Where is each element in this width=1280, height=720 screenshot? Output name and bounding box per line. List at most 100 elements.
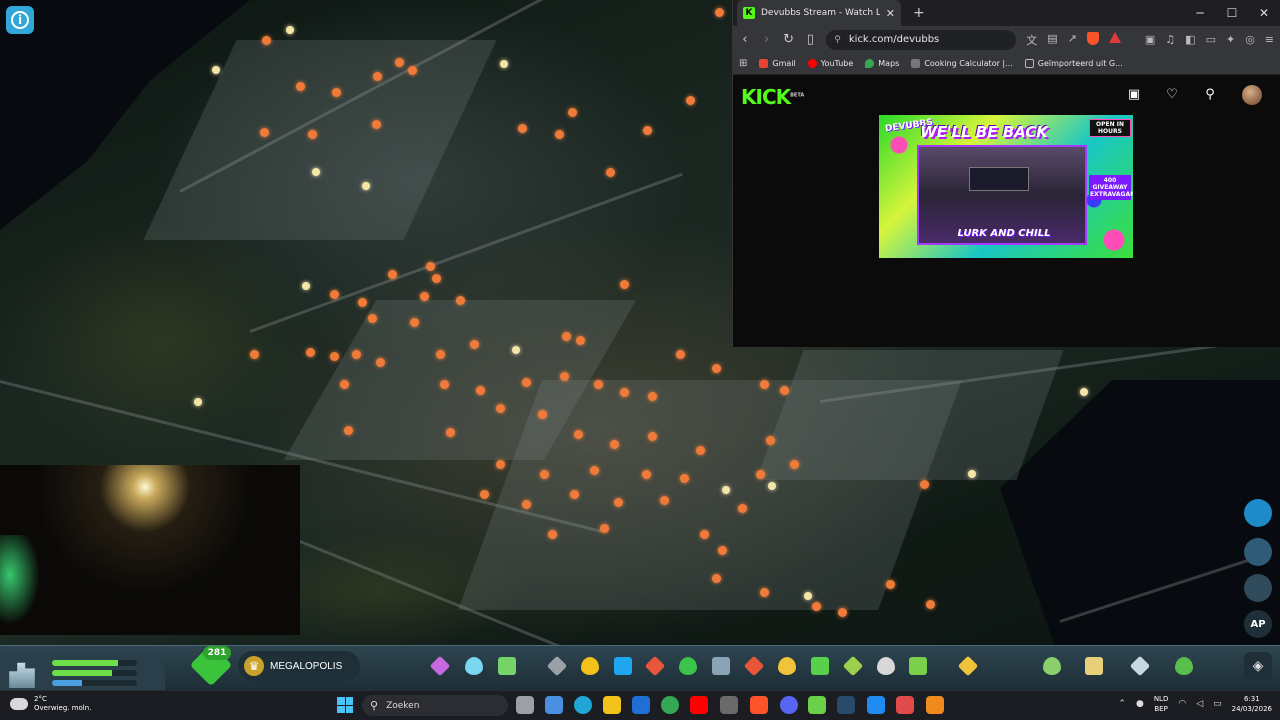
info-marker-icon[interactable] bbox=[968, 470, 976, 478]
notification-icon[interactable] bbox=[358, 298, 367, 307]
maximize-button[interactable]: ☐ bbox=[1216, 0, 1248, 26]
reload-icon[interactable]: ↻ bbox=[783, 32, 795, 47]
notification-icon[interactable] bbox=[388, 270, 397, 279]
start-button[interactable] bbox=[337, 697, 353, 713]
notification-icon[interactable] bbox=[496, 460, 505, 469]
info-button[interactable]: i bbox=[6, 6, 34, 34]
electricity-tool-button[interactable] bbox=[578, 654, 602, 678]
notification-icon[interactable] bbox=[920, 480, 929, 489]
notification-icon[interactable] bbox=[686, 96, 695, 105]
wallet-icon[interactable]: ▭ bbox=[1206, 33, 1216, 46]
industry-tool-button[interactable] bbox=[956, 654, 980, 678]
transport-tool-button[interactable] bbox=[808, 654, 832, 678]
user-avatar[interactable] bbox=[1242, 85, 1262, 105]
clock[interactable]: 6:31 24/03/2026 bbox=[1232, 694, 1272, 714]
notification-icon[interactable] bbox=[838, 608, 847, 617]
policies-tool-button[interactable] bbox=[1040, 654, 1064, 678]
notification-icon[interactable] bbox=[712, 574, 721, 583]
garbage-tool-button[interactable] bbox=[676, 654, 700, 678]
close-window-button[interactable]: ✕ bbox=[1248, 0, 1280, 26]
notification-icon[interactable] bbox=[456, 296, 465, 305]
health-tool-button[interactable] bbox=[742, 654, 766, 678]
notification-icon[interactable] bbox=[522, 500, 531, 509]
communication-tool-button[interactable] bbox=[874, 654, 898, 678]
battery-icon[interactable]: ▭ bbox=[1213, 699, 1222, 709]
milestone-panel[interactable]: ♛ MEGALOPOLIS bbox=[238, 651, 360, 681]
notification-icon[interactable] bbox=[480, 490, 489, 499]
reader-icon[interactable]: ▤ bbox=[1047, 32, 1057, 48]
bookmark-maps[interactable]: Maps bbox=[865, 59, 899, 68]
wifi-icon[interactable]: ◠ bbox=[1178, 699, 1186, 709]
notification-icon[interactable] bbox=[642, 470, 651, 479]
info-marker-icon[interactable] bbox=[804, 592, 812, 600]
following-heart-icon[interactable]: ♡ bbox=[1164, 87, 1180, 103]
notification-icon[interactable] bbox=[376, 358, 385, 367]
chrome-icon[interactable] bbox=[661, 696, 679, 714]
notification-icon[interactable] bbox=[410, 318, 419, 327]
address-bar[interactable]: ⚲ kick.com/devubbs bbox=[826, 29, 1017, 50]
photo-mode-button[interactable] bbox=[1244, 499, 1272, 527]
notification-icon[interactable] bbox=[373, 72, 382, 81]
notification-icon[interactable] bbox=[600, 524, 609, 533]
notification-icon[interactable] bbox=[676, 350, 685, 359]
search-icon[interactable]: ⚲ bbox=[1202, 87, 1218, 103]
file-explorer-icon[interactable] bbox=[603, 696, 621, 714]
notification-icon[interactable] bbox=[372, 120, 381, 129]
info-marker-icon[interactable] bbox=[768, 482, 776, 490]
taskbar-search[interactable]: ⚲ Zoeken bbox=[362, 695, 508, 716]
notification-icon[interactable] bbox=[440, 380, 449, 389]
notification-icon[interactable] bbox=[718, 546, 727, 555]
notification-icon[interactable] bbox=[696, 446, 705, 455]
notification-icon[interactable] bbox=[426, 262, 435, 271]
notification-icon[interactable] bbox=[620, 388, 629, 397]
notification-icon[interactable] bbox=[614, 498, 623, 507]
notification-icon[interactable] bbox=[738, 504, 747, 513]
notification-icon[interactable] bbox=[610, 440, 619, 449]
info-marker-icon[interactable] bbox=[212, 66, 220, 74]
signature-tool-button[interactable] bbox=[906, 654, 930, 678]
info-marker-icon[interactable] bbox=[512, 346, 520, 354]
outlook-icon[interactable] bbox=[632, 696, 650, 714]
fire-tool-button[interactable] bbox=[643, 654, 667, 678]
game-menu-button[interactable]: ◈ bbox=[1244, 652, 1272, 680]
notification-icon[interactable] bbox=[766, 436, 775, 445]
notification-icon[interactable] bbox=[648, 432, 657, 441]
translate-icon[interactable]: 文 bbox=[1026, 32, 1037, 48]
browse-icon[interactable]: ▣ bbox=[1126, 87, 1142, 103]
volume-icon[interactable]: ◁ bbox=[1196, 699, 1203, 709]
notification-icon[interactable] bbox=[576, 336, 585, 345]
task-view-icon[interactable] bbox=[516, 696, 534, 714]
notification-icon[interactable] bbox=[308, 130, 317, 139]
bookmark-icon[interactable]: ▯ bbox=[804, 32, 816, 47]
vpn-icon[interactable]: ◎ bbox=[1245, 33, 1255, 46]
notification-icon[interactable] bbox=[756, 470, 765, 479]
brave-shields-icon[interactable] bbox=[1086, 31, 1099, 45]
info-marker-icon[interactable] bbox=[312, 168, 320, 176]
notification-icon[interactable] bbox=[660, 496, 669, 505]
notification-icon[interactable] bbox=[538, 410, 547, 419]
edge-icon[interactable] bbox=[574, 696, 592, 714]
notification-icon[interactable] bbox=[408, 66, 417, 75]
notification-icon[interactable] bbox=[344, 426, 353, 435]
notification-icon[interactable] bbox=[620, 280, 629, 289]
kick-logo[interactable]: KICKBETA bbox=[741, 85, 804, 109]
notification-icon[interactable] bbox=[780, 386, 789, 395]
notification-icon[interactable] bbox=[760, 588, 769, 597]
notification-icon[interactable] bbox=[700, 530, 709, 539]
notification-icon[interactable] bbox=[560, 372, 569, 381]
notification-icon[interactable] bbox=[262, 36, 271, 45]
info-marker-icon[interactable] bbox=[302, 282, 310, 290]
notification-icon[interactable] bbox=[432, 274, 441, 283]
info-marker-icon[interactable] bbox=[286, 26, 294, 34]
microphone-icon[interactable]: ● bbox=[1136, 699, 1144, 709]
notification-icon[interactable] bbox=[436, 350, 445, 359]
notification-icon[interactable] bbox=[570, 490, 579, 499]
menu-icon[interactable]: ≡ bbox=[1265, 33, 1274, 46]
bookmark-cooking-calculator[interactable]: Cooking Calculator |... bbox=[911, 59, 1013, 68]
notification-icon[interactable] bbox=[518, 124, 527, 133]
notification-icon[interactable] bbox=[574, 430, 583, 439]
map-tool-button[interactable] bbox=[1082, 654, 1106, 678]
notification-icon[interactable] bbox=[446, 428, 455, 437]
notification-icon[interactable] bbox=[250, 350, 259, 359]
sidebar-icon[interactable]: ◧ bbox=[1185, 33, 1195, 46]
